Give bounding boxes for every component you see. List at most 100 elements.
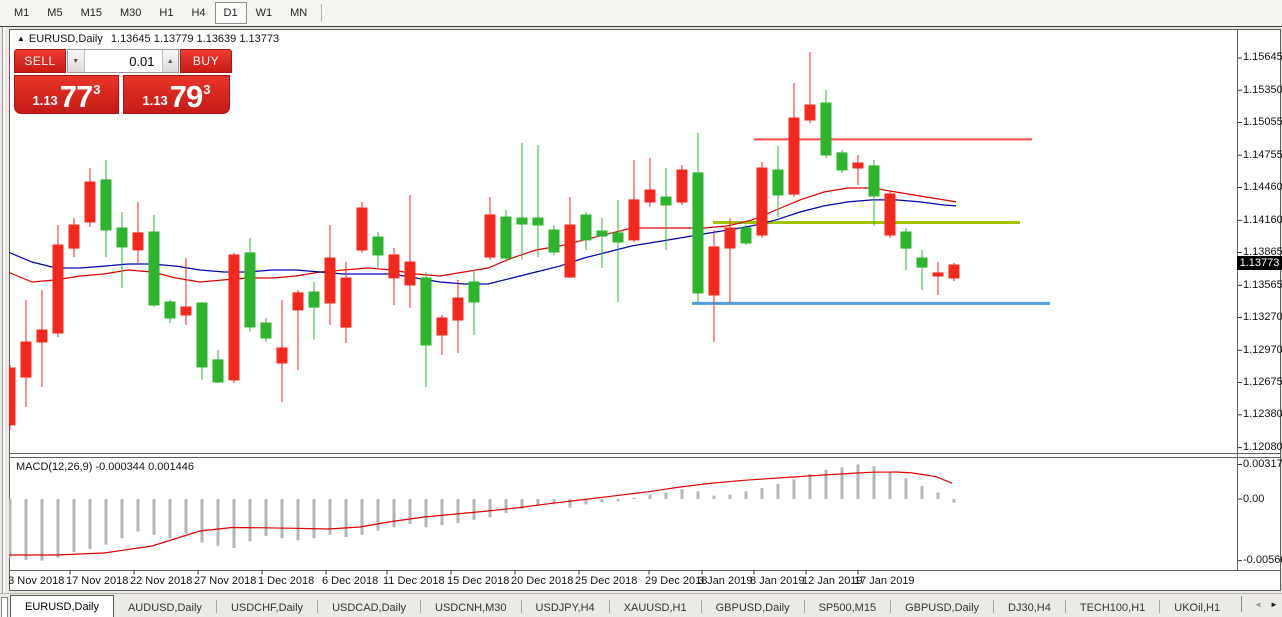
- sell-button[interactable]: SELL: [14, 49, 66, 73]
- macd-histogram-bar: [729, 495, 732, 499]
- price-tick-label: 1.15055: [1243, 116, 1282, 128]
- timeframe-button-m30[interactable]: M30: [111, 2, 150, 24]
- candle-body: [757, 168, 767, 235]
- window-left-edge: [0, 27, 9, 593]
- date-tick-label: 13 Nov 2018: [2, 575, 64, 587]
- tab-dj30-h4[interactable]: DJ30,H4: [994, 598, 1065, 617]
- chart-title: ▲EURUSD,Daily1.13645 1.13779 1.13639 1.1…: [17, 33, 279, 45]
- macd-histogram-bar: [569, 499, 572, 508]
- candle-body: [821, 103, 831, 155]
- candle-body: [501, 217, 511, 258]
- price-tick-label: 1.15645: [1243, 51, 1282, 63]
- macd-histogram-bar: [745, 491, 748, 499]
- macd-histogram-bar: [697, 491, 700, 499]
- timeframe-toolbar: M1M5M15M30H1H4D1W1MN: [0, 0, 1282, 27]
- tab-gbpusd-daily[interactable]: GBPUSD,Daily: [702, 598, 804, 617]
- macd-histogram-bar: [793, 479, 796, 499]
- macd-histogram-bar: [137, 499, 140, 532]
- timeframe-button-w1[interactable]: W1: [247, 2, 282, 24]
- tabs-scroll-left-icon[interactable]: ◄: [1250, 600, 1266, 609]
- candle-body: [357, 208, 367, 250]
- tab-usdcad-daily[interactable]: USDCAD,Daily: [318, 598, 420, 617]
- timeframe-button-mn[interactable]: MN: [281, 2, 316, 24]
- candle-body: [437, 318, 447, 335]
- macd-indicator-label: MACD(12,26,9) -0.000344 0.001446: [16, 461, 194, 473]
- tabs-scroll-right-icon[interactable]: ►: [1266, 600, 1282, 609]
- timeframe-button-h4[interactable]: H4: [182, 2, 214, 24]
- tab-tech100-h1[interactable]: TECH100,H1: [1066, 598, 1159, 617]
- tab-gbpusd-daily[interactable]: GBPUSD,Daily: [891, 598, 993, 617]
- buy-price-digits: 79: [170, 81, 202, 112]
- lot-decrease-button[interactable]: ▼: [68, 50, 85, 72]
- lot-size-input[interactable]: [85, 50, 162, 72]
- candle-body: [725, 228, 735, 248]
- macd-histogram-bar: [505, 499, 508, 513]
- tab-usdcnh-m30[interactable]: USDCNH,M30: [421, 598, 521, 617]
- macd-histogram-bar: [809, 474, 812, 499]
- lot-size-control: ▼ ▲: [67, 49, 179, 73]
- tab-usdchf-daily[interactable]: USDCHF,Daily: [217, 598, 317, 617]
- tab-sp500-m15[interactable]: SP500,M15: [805, 598, 890, 617]
- candle-body: [405, 262, 415, 285]
- date-tick-label: 11 Dec 2018: [383, 575, 445, 587]
- macd-histogram-bar: [905, 478, 908, 499]
- tab-ukoil-h1[interactable]: UKOil,H1: [1160, 598, 1234, 617]
- buy-price-display[interactable]: 1.13 79 3: [123, 75, 230, 114]
- price-tick-label: 1.14160: [1243, 214, 1282, 226]
- candle-body: [677, 170, 687, 202]
- timeframe-button-m1[interactable]: M1: [5, 2, 38, 24]
- macd-histogram-bar: [217, 499, 220, 546]
- one-click-trading-panel: SELL ▼ ▲ BUY 1.13 77 3 1.13 79 3: [14, 49, 232, 114]
- macd-histogram-bar: [57, 499, 60, 558]
- candle-body: [149, 232, 159, 305]
- timeframe-button-d1[interactable]: D1: [215, 2, 247, 24]
- macd-histogram-bar: [953, 499, 956, 503]
- macd-histogram-bar: [377, 499, 380, 531]
- timeframe-button-m15[interactable]: M15: [72, 2, 111, 24]
- macd-histogram-bar: [297, 499, 300, 540]
- tab-usdjpy-h4[interactable]: USDJPY,H4: [522, 598, 609, 617]
- date-tick-label: 15 Dec 2018: [447, 575, 509, 587]
- macd-histogram-bar: [169, 499, 172, 538]
- symbol-marker-icon: ▲: [17, 34, 25, 43]
- candle-body: [373, 237, 383, 255]
- price-tick-label: 1.14460: [1243, 181, 1282, 193]
- candle-body: [37, 330, 47, 342]
- candle-body: [229, 255, 239, 380]
- candle-body: [709, 247, 719, 295]
- candle-body: [549, 230, 559, 252]
- timeframe-buttons: M1M5M15M30H1H4D1W1MN: [5, 2, 316, 24]
- candle-body: [133, 233, 143, 250]
- tab-xauusd-h1[interactable]: XAUUSD,H1: [610, 598, 701, 617]
- candle-body: [389, 255, 399, 278]
- timeframe-button-h1[interactable]: H1: [150, 2, 182, 24]
- tab-navigation: ◄ ►: [1241, 594, 1282, 617]
- macd-histogram-bar: [441, 499, 444, 525]
- macd-tick-label: 0.00: [1243, 493, 1264, 505]
- macd-histogram-bar: [633, 498, 636, 499]
- candle-body: [85, 182, 95, 222]
- candle-body: [69, 225, 79, 248]
- tab-eurusd-daily[interactable]: EURUSD,Daily: [10, 595, 114, 617]
- macd-histogram-bar: [841, 468, 844, 500]
- buy-button[interactable]: BUY: [180, 49, 232, 73]
- macd-histogram-bar: [265, 499, 268, 536]
- macd-histogram-bar: [825, 470, 828, 499]
- macd-histogram-bar: [937, 493, 940, 500]
- candle-body: [197, 303, 207, 367]
- tab-audusd-daily[interactable]: AUDUSD,Daily: [114, 598, 216, 617]
- macd-histogram-bar: [857, 465, 860, 500]
- chart-symbol-label: EURUSD,Daily: [29, 33, 103, 45]
- sell-price-display[interactable]: 1.13 77 3: [14, 75, 119, 114]
- candle-body: [325, 258, 335, 303]
- lot-increase-button[interactable]: ▲: [162, 50, 179, 72]
- candle-body: [101, 180, 111, 230]
- macd-histogram-bar: [105, 499, 108, 545]
- timeframe-button-m5[interactable]: M5: [38, 2, 71, 24]
- tab-nav-divider: [1241, 596, 1242, 612]
- macd-histogram-bar: [201, 499, 204, 543]
- candle-body: [261, 323, 271, 338]
- date-tick-label: 27 Nov 2018: [194, 575, 256, 587]
- candle-body: [853, 163, 863, 168]
- macd-histogram-bar: [761, 488, 764, 499]
